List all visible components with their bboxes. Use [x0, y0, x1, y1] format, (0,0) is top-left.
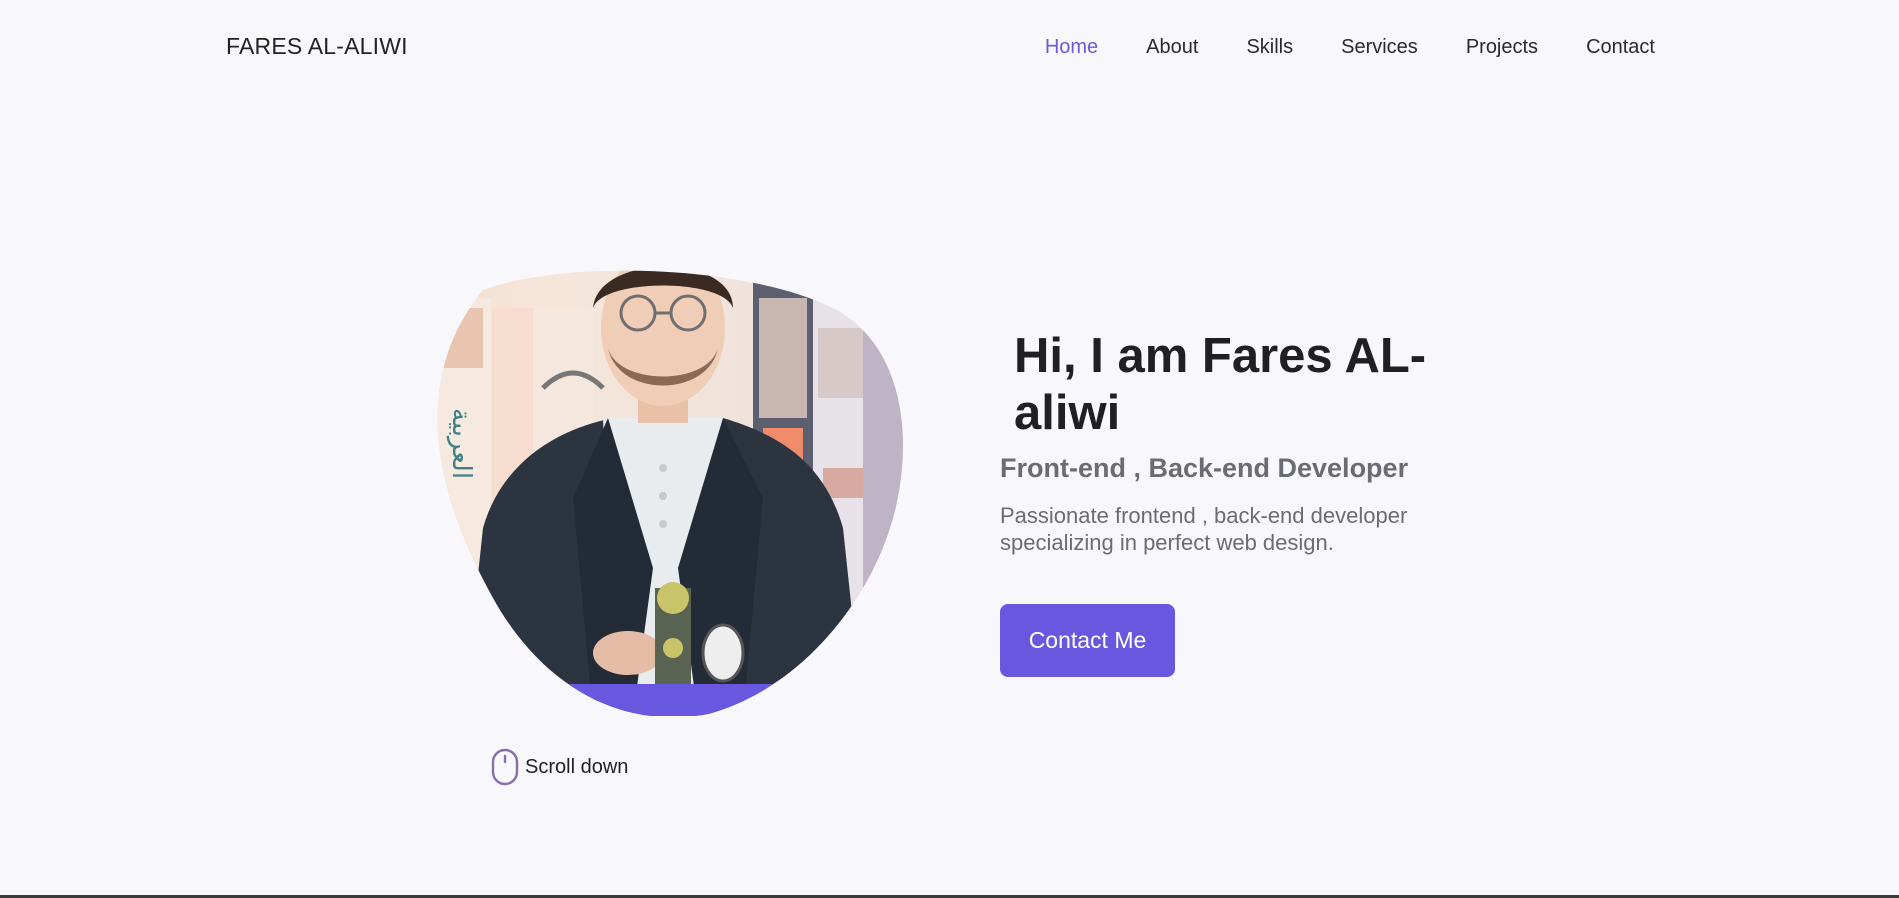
- main-nav: Home About Skills Services Projects Cont…: [1045, 36, 1655, 59]
- site-logo[interactable]: FARES AL-ALIWI: [226, 33, 408, 60]
- hero-description: Passionate frontend , back-end developer…: [1000, 503, 1408, 555]
- scroll-down-link[interactable]: Scroll down: [491, 748, 628, 786]
- profile-photo: العربية: [437, 270, 903, 716]
- nav-item-services[interactable]: Services: [1341, 36, 1418, 59]
- page: FARES AL-ALIWI Home About Skills Service…: [0, 0, 1899, 898]
- mouse-icon: [491, 748, 519, 786]
- nav-item-contact[interactable]: Contact: [1586, 36, 1655, 59]
- nav-item-home[interactable]: Home: [1045, 36, 1098, 59]
- contact-me-button[interactable]: Contact Me: [1000, 604, 1175, 677]
- site-header: FARES AL-ALIWI Home About Skills Service…: [0, 0, 1899, 95]
- hero-subtitle: Front-end , Back-end Developer: [1000, 453, 1409, 483]
- hero-title: Hi, I am Fares AL-aliwi: [1014, 329, 1427, 440]
- nav-item-projects[interactable]: Projects: [1466, 36, 1538, 59]
- nav-item-about[interactable]: About: [1146, 36, 1198, 59]
- svg-text:العربية: العربية: [446, 408, 476, 479]
- nav-item-skills[interactable]: Skills: [1246, 36, 1293, 59]
- profile-image-blob: العربية: [423, 268, 905, 716]
- scroll-down-label: Scroll down: [525, 755, 629, 778]
